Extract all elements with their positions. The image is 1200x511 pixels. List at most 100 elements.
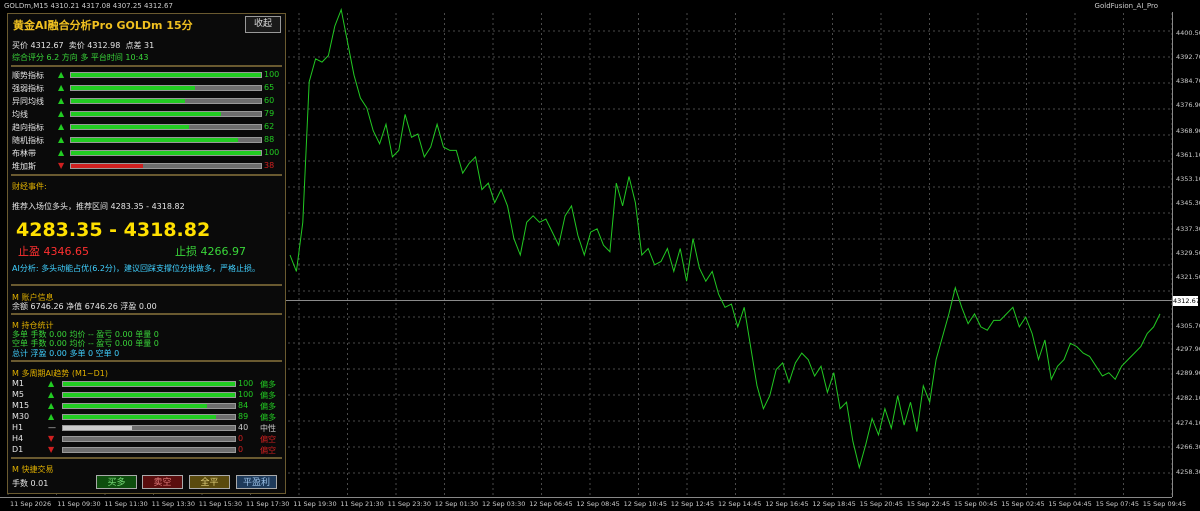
close-all-button[interactable]: 全平 — [189, 475, 230, 489]
collapse-button[interactable]: 收起 — [245, 16, 281, 33]
x-tick-label: 11 Sep 09:30 — [57, 500, 101, 508]
y-tick-label: 4345.30 — [1176, 199, 1200, 207]
indicator-value: 100 — [264, 70, 280, 79]
x-tick-label: 11 Sep 13:30 — [151, 500, 195, 508]
timeframe-signal: 中性 — [260, 424, 276, 433]
close-profit-button[interactable]: 平盈利 — [236, 475, 277, 489]
current-price-tag: 4312.67 — [1173, 296, 1200, 306]
take-profit: 止盈 4346.65 — [18, 245, 89, 258]
timeframe-bar-fill — [63, 426, 132, 430]
x-tick-label: 12 Sep 08:45 — [576, 500, 620, 508]
divider — [11, 65, 282, 67]
x-tick-label: 11 Sep 21:30 — [340, 500, 384, 508]
timeframe-value: 100 — [238, 390, 254, 399]
indicator-value: 100 — [264, 148, 280, 157]
timeframe-bar — [62, 403, 236, 409]
panel-title: 黄金AI融合分析Pro GOLDm 15分 — [13, 19, 193, 32]
divider — [11, 360, 282, 362]
up-arrow-icon: ▲ — [58, 109, 65, 118]
entry-range: 4283.35 - 4318.82 — [16, 219, 211, 241]
up-arrow-icon: ▲ — [58, 148, 65, 157]
indicator-value: 62 — [264, 122, 275, 131]
timeframe-signal: 偏空 — [260, 435, 276, 444]
x-tick-label: 15 Sep 00:45 — [954, 500, 998, 508]
indicator-row: 布林带 ▲ 100 — [12, 148, 282, 159]
up-arrow-icon: ▲ — [58, 70, 65, 79]
up-arrow-icon: ▲ — [58, 83, 65, 92]
score-line: 综合评分 6.2 方向 多 平台时间 10:43 — [12, 53, 149, 62]
stop-loss: 止损 4266.97 — [175, 245, 246, 258]
y-tick-label: 4305.70 — [1176, 322, 1200, 330]
indicator-row: 随机指标 ▲ 88 — [12, 135, 282, 146]
lots-label: 手数 0.01 — [12, 479, 49, 488]
timeframe-value: 89 — [238, 412, 249, 421]
sell-button[interactable]: 卖空 — [142, 475, 183, 489]
neutral-dash-icon: — — [48, 423, 56, 432]
divider — [11, 174, 282, 176]
news-title: 财经事件: — [12, 182, 47, 191]
x-tick-label: 12 Sep 01:30 — [434, 500, 479, 508]
indicator-row: 堆加斯 ▼ 38 — [12, 161, 282, 172]
timeframe-value: 100 — [238, 379, 254, 388]
indicator-bar-fill — [71, 99, 185, 103]
timeframe-row: D1 ▼ 0 偏空 — [12, 445, 282, 456]
timeframe-bar-fill — [63, 415, 217, 419]
indicator-title: GoldFusion_AI_Pro — [1094, 2, 1158, 10]
timeframe-signal: 偏多 — [260, 413, 276, 422]
quote-line: 买价 4312.67 卖价 4312.98 点差 31 — [12, 41, 155, 50]
y-tick-label: 4329.50 — [1176, 249, 1200, 257]
x-tick-label: 12 Sep 12:45 — [670, 500, 715, 508]
divider — [11, 313, 282, 315]
x-tick-label: 11 Sep 19:30 — [293, 500, 337, 508]
x-tick-label: 15 Sep 07:45 — [1095, 500, 1139, 508]
buy-button[interactable]: 买多 — [96, 475, 137, 489]
up-arrow-icon: ▲ — [48, 412, 55, 421]
timeframe-row: M30 ▲ 89 偏多 — [12, 412, 282, 423]
y-tick-label: 4321.50 — [1176, 273, 1200, 281]
indicator-value: 38 — [264, 161, 275, 170]
x-tick-label: 12 Sep 03:30 — [482, 500, 526, 508]
timeframe-bar-fill — [63, 404, 208, 408]
timeframe-name: M1 — [12, 379, 24, 388]
indicator-bar — [70, 111, 262, 117]
indicator-value: 79 — [264, 109, 275, 118]
y-tick-label: 4289.90 — [1176, 369, 1200, 377]
timeframe-signal: 偏多 — [260, 402, 276, 411]
timeframe-name: D1 — [12, 445, 24, 454]
timeframe-bar — [62, 447, 236, 453]
timeframe-value: 40 — [238, 423, 249, 432]
x-tick-label: 15 Sep 04:45 — [1048, 500, 1092, 508]
positions-total: 总计 浮盈 0.00 多单 0 空单 0 — [12, 349, 120, 358]
quick-trade-title: M 快捷交易 — [12, 465, 54, 474]
indicator-bar-fill — [71, 164, 144, 168]
symbol-info: GOLDm,M15 4310.21 4317.08 4307.25 4312.6… — [4, 2, 173, 10]
x-tick-label: 11 Sep 11:30 — [104, 500, 148, 508]
up-arrow-icon: ▲ — [58, 122, 65, 131]
y-tick-label: 4384.70 — [1176, 77, 1200, 85]
x-tick-label: 15 Sep 09:45 — [1142, 500, 1187, 508]
indicator-row: 强弱指标 ▲ 65 — [12, 83, 282, 94]
indicator-row: 趋向指标 ▲ 62 — [12, 122, 282, 133]
x-tick-label: 12 Sep 18:45 — [812, 500, 856, 508]
indicator-bar-fill — [71, 151, 261, 155]
timeframe-name: M30 — [12, 412, 30, 421]
indicator-value: 88 — [264, 135, 275, 144]
down-arrow-icon: ▼ — [48, 445, 55, 454]
timeframe-bar-fill — [63, 393, 235, 397]
y-tick-label: 4258.30 — [1176, 468, 1200, 476]
x-tick-label: 12 Sep 16:45 — [765, 500, 809, 508]
indicator-row: 均线 ▲ 79 — [12, 109, 282, 120]
x-tick-label: 11 Sep 17:30 — [246, 500, 290, 508]
indicator-bar — [70, 98, 262, 104]
timeframe-name: H1 — [12, 423, 24, 432]
indicator-name: 堆加斯 — [12, 162, 36, 171]
timeframe-name: M5 — [12, 390, 24, 399]
timeframe-bar — [62, 425, 236, 431]
y-tick-label: 4297.90 — [1176, 345, 1200, 353]
indicator-bar-fill — [71, 125, 189, 129]
timeframe-signal: 偏多 — [260, 391, 276, 400]
y-tick-label: 4392.70 — [1176, 53, 1200, 61]
indicator-name: 趋向指标 — [12, 123, 44, 132]
timeframe-signal: 偏空 — [260, 446, 276, 455]
timeframe-bar — [62, 436, 236, 442]
